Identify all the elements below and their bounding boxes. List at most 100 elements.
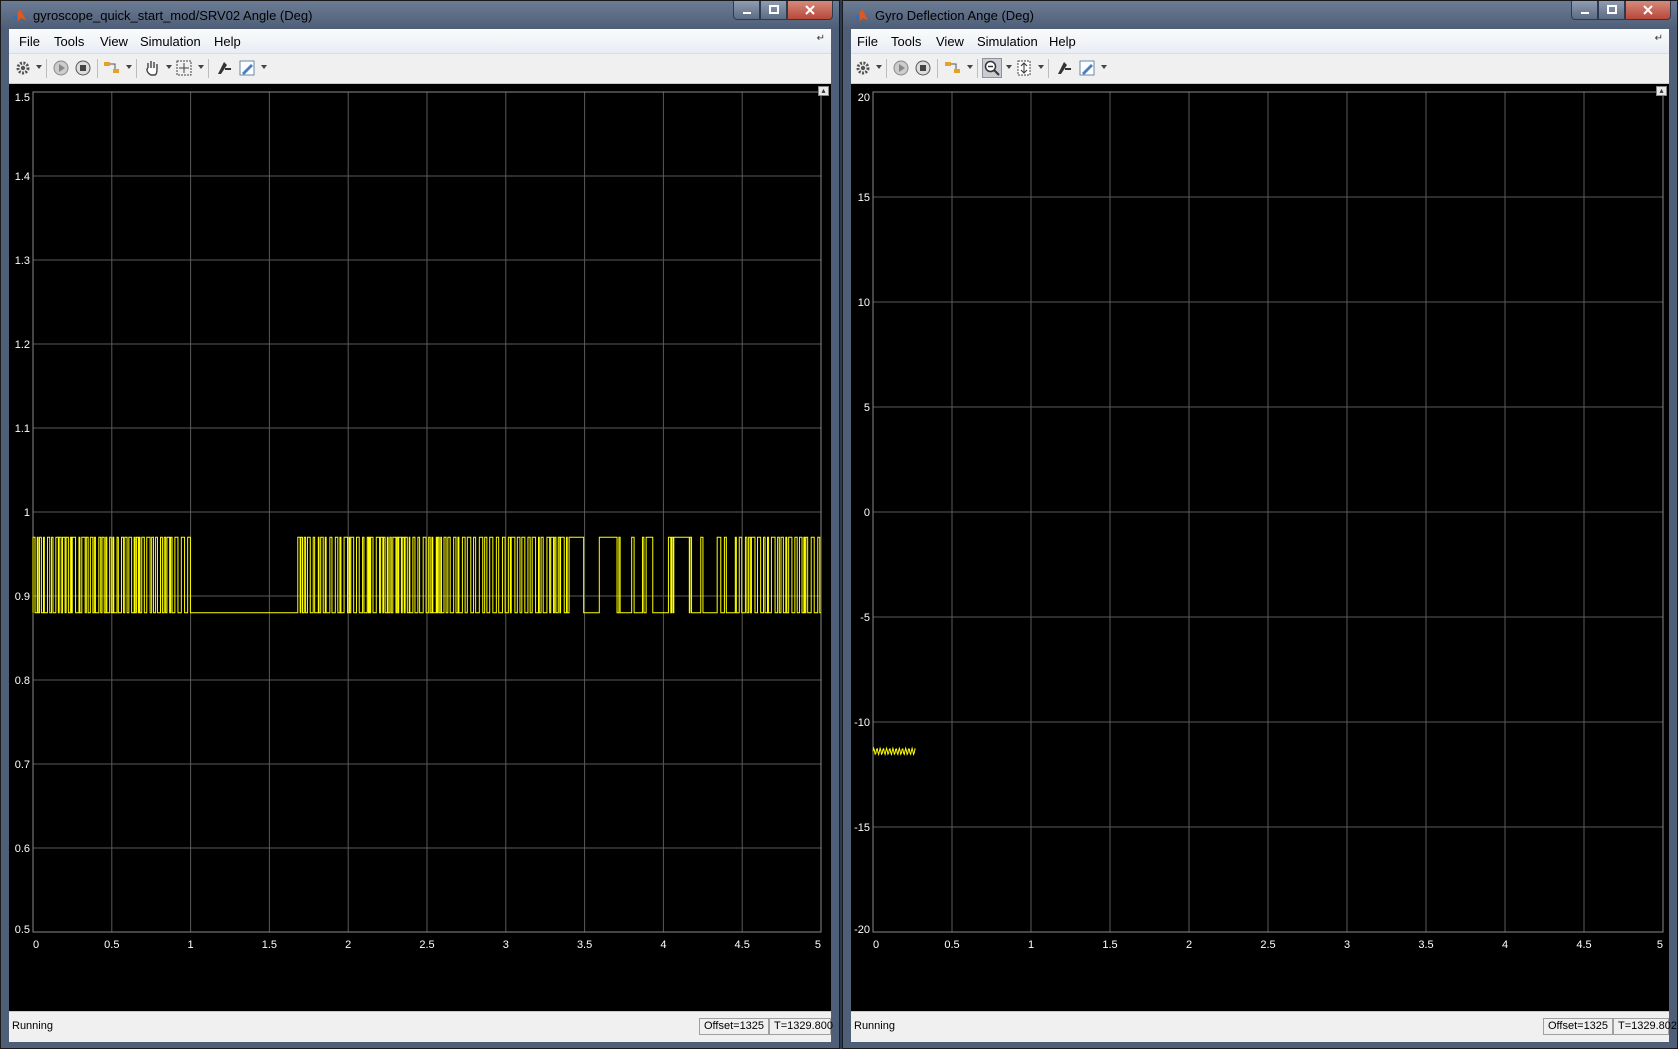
status-bar: Running Offset=1325 T=1329.800 <box>9 1011 833 1042</box>
menu-tools[interactable]: Tools <box>54 34 84 49</box>
run-button[interactable] <box>891 58 911 78</box>
zoom-icon <box>176 60 192 76</box>
menu-file[interactable]: File <box>19 34 40 49</box>
minimize-button[interactable] <box>1571 1 1598 20</box>
menu-view[interactable]: View <box>100 34 128 49</box>
menu-overflow-icon[interactable]: ↵ <box>1655 33 1663 44</box>
y-tick-label: 0.5 <box>15 924 30 936</box>
measure-button[interactable] <box>1054 58 1074 78</box>
time-readout: T=1329.800 <box>769 1018 833 1035</box>
stop-button[interactable] <box>913 58 933 78</box>
menu-tools[interactable]: Tools <box>891 34 921 49</box>
stop-icon <box>915 60 931 76</box>
edit-icon <box>1079 60 1095 76</box>
undock-button[interactable]: ▴ <box>818 86 829 96</box>
minimize-button[interactable] <box>733 1 760 20</box>
undock-button[interactable]: ▴ <box>1656 86 1667 96</box>
pan-dropdown-icon[interactable] <box>166 65 172 69</box>
edit-dropdown-icon[interactable] <box>1101 65 1107 69</box>
edit-dropdown-icon[interactable] <box>261 65 267 69</box>
pan-button[interactable] <box>142 58 162 78</box>
x-tick-label: 4 <box>1502 939 1508 951</box>
plot-area[interactable]: 0 0.5 1 1.5 2 2.5 3 3.5 4 4.5 5 0.5 0.6 0.7 0.8 0.9 1 1.1… <box>9 84 831 1012</box>
highlight-block-button[interactable] <box>102 58 122 78</box>
menu-overflow-icon[interactable]: ↵ <box>817 33 825 44</box>
x-tick-label: 0.5 <box>944 939 959 951</box>
menu-help[interactable]: Help <box>1049 34 1076 49</box>
menu-view[interactable]: View <box>936 34 964 49</box>
zoom-dropdown-icon[interactable] <box>1006 65 1012 69</box>
x-tick-label: 2 <box>345 939 351 951</box>
menu-file[interactable]: File <box>857 34 878 49</box>
y-tick-label: 1.2 <box>15 339 30 351</box>
x-tick-label: 4.5 <box>735 939 750 951</box>
minimize-icon <box>1580 12 1589 14</box>
plot-area[interactable]: 0 0.5 1 1.5 2 2.5 3 3.5 4 4.5 5 -20 -15 -10 -5 0 5 10 15 20… <box>851 84 1669 1012</box>
x-tick-label: 4.5 <box>1576 939 1591 951</box>
close-button[interactable] <box>1625 1 1671 20</box>
zoom-dropdown-icon[interactable] <box>198 65 204 69</box>
scope-client: File Tools View Simulation Help ↵ 0 0.5 … <box>9 29 833 1042</box>
highlight-icon <box>104 62 119 73</box>
edit-icon <box>239 60 255 76</box>
maximize-button[interactable] <box>1598 1 1625 20</box>
close-button[interactable] <box>787 1 833 20</box>
status-text: Running <box>12 1020 53 1032</box>
close-icon <box>805 5 815 15</box>
highlight-dropdown-icon[interactable] <box>126 65 132 69</box>
scope-window-srv02-angle: gyroscope_quick_start_mod/SRV02 Angle (D… <box>0 0 840 1049</box>
measure-button[interactable] <box>214 58 234 78</box>
settings-button[interactable] <box>13 58 33 78</box>
scope-plot-srv02-angle[interactable]: 0 0.5 1 1.5 2 2.5 3 3.5 4 4.5 50.50.60.70.80.911.1… <box>9 84 833 952</box>
settings-dropdown-icon[interactable] <box>36 65 42 69</box>
maximize-button[interactable] <box>760 1 787 20</box>
y-tick-label: 0.9 <box>15 591 30 603</box>
x-tick-label: 1 <box>188 939 194 951</box>
matlab-logo-icon <box>12 9 26 21</box>
autoscale-dropdown-icon[interactable] <box>1038 65 1044 69</box>
measure-icon <box>218 62 231 74</box>
autoscale-icon <box>1017 60 1031 76</box>
y-tick-label: 1.5 <box>15 92 30 104</box>
run-button[interactable] <box>51 58 71 78</box>
toolbar <box>9 54 831 84</box>
zoom-button[interactable] <box>174 58 194 78</box>
x-tick-label: 3.5 <box>1418 939 1433 951</box>
x-tick-label: 3 <box>1344 939 1350 951</box>
autoscale-button[interactable] <box>1014 58 1034 78</box>
edit-button[interactable] <box>237 58 257 78</box>
x-tick-label: 1.5 <box>262 939 277 951</box>
highlight-dropdown-icon[interactable] <box>967 65 973 69</box>
x-tick-label: 2.5 <box>1260 939 1275 951</box>
scope-plot-gyro-deflection[interactable]: 0 0.5 1 1.5 2 2.5 3 3.5 4 4.5 5 -20 -15 -10 -5 0 5 10 15 20 <box>851 84 1671 952</box>
toolbar-separator <box>937 59 938 78</box>
toolbar-separator <box>136 59 137 78</box>
zoom-in-button[interactable] <box>982 58 1002 78</box>
highlight-block-button[interactable] <box>943 58 963 78</box>
window-title: gyroscope_quick_start_mod/SRV02 Angle (D… <box>33 8 313 23</box>
highlight-icon <box>945 62 960 73</box>
y-tick-label: 1.4 <box>15 171 30 183</box>
offset-readout: Offset=1325 <box>1543 1018 1614 1035</box>
edit-button[interactable] <box>1077 58 1097 78</box>
menu-bar: File Tools View Simulation Help ↵ <box>851 29 1669 54</box>
settings-dropdown-icon[interactable] <box>876 65 882 69</box>
stop-button[interactable] <box>73 58 93 78</box>
menu-help[interactable]: Help <box>214 34 241 49</box>
title-bar[interactable]: Gyro Deflection Ange (Deg) <box>843 1 1677 29</box>
y-tick-label: 1 <box>24 507 30 519</box>
y-tick-label: -5 <box>860 612 870 624</box>
toolbar-separator <box>886 59 887 78</box>
menu-simulation[interactable]: Simulation <box>140 34 201 49</box>
status-text: Running <box>854 1020 895 1032</box>
menu-simulation[interactable]: Simulation <box>977 34 1038 49</box>
settings-button[interactable] <box>853 58 873 78</box>
window-title: Gyro Deflection Ange (Deg) <box>875 8 1034 23</box>
toolbar <box>851 54 1669 84</box>
y-tick-label: 15 <box>858 192 870 204</box>
toolbar-separator <box>208 59 209 78</box>
title-bar[interactable]: gyroscope_quick_start_mod/SRV02 Angle (D… <box>1 1 839 29</box>
pan-icon <box>146 61 158 76</box>
x-tick-label: 0.5 <box>104 939 119 951</box>
x-tick-label: 3.5 <box>577 939 592 951</box>
